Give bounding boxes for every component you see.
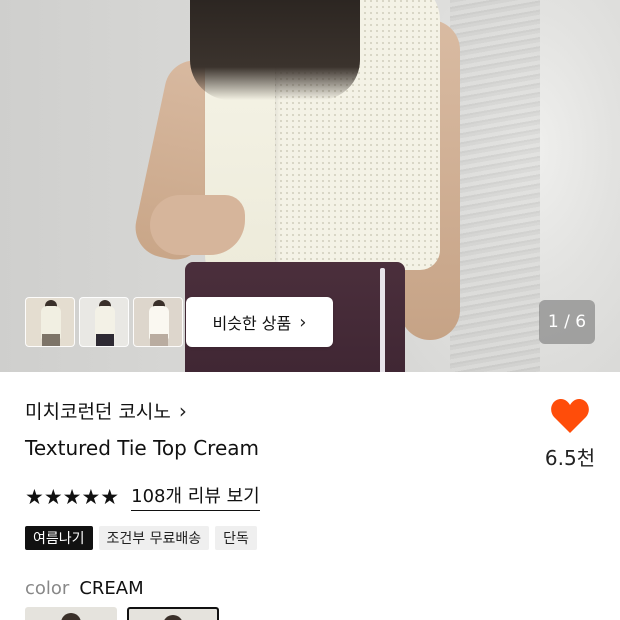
tag-free-shipping: 조건부 무료배송 [98, 526, 210, 550]
color-swatch[interactable] [25, 607, 117, 620]
product-title: Textured Tie Top Cream [25, 436, 259, 460]
brand-link[interactable]: 미치코런던 코시노 › [25, 397, 187, 424]
thumbnail-strip [25, 297, 183, 347]
thumbnail-figure-legs [96, 334, 114, 346]
star-icon: ★★★★★ [25, 484, 120, 509]
color-option-row: color CREAM [25, 578, 144, 599]
hero-model-hair [190, 0, 360, 100]
color-label: color [25, 578, 70, 599]
product-hero-image[interactable]: 비슷한 상품 › 1 / 6 [0, 0, 620, 372]
color-value: CREAM [79, 578, 144, 599]
hero-wall-texture [450, 0, 540, 372]
review-link[interactable]: 108개 리뷰 보기 [131, 482, 260, 511]
tag-list: 여름나기 조건부 무료배송 단독 [25, 526, 257, 550]
color-swatch-selected[interactable] [127, 607, 219, 620]
hero-model-hand [150, 195, 245, 255]
thumbnail-2[interactable] [79, 297, 129, 347]
swatch-figure [61, 613, 81, 620]
chevron-right-icon: › [178, 398, 187, 423]
tag-exclusive: 단독 [215, 526, 257, 550]
thumbnail-figure-legs [42, 334, 60, 346]
similar-products-label: 비슷한 상품 [212, 314, 292, 333]
like-count: 6.5천 [544, 446, 596, 470]
rating-row: ★★★★★ 108개 리뷰 보기 [25, 482, 260, 511]
image-counter: 1 / 6 [539, 300, 595, 344]
thumbnail-figure-legs [150, 334, 168, 346]
brand-name: 미치코런던 코시노 [25, 401, 171, 423]
color-swatch-list [25, 607, 219, 620]
like-button[interactable]: 6.5천 [540, 398, 600, 471]
thumbnail-3[interactable] [133, 297, 183, 347]
tag-summer: 여름나기 [25, 526, 93, 550]
chevron-right-icon: › [299, 311, 307, 333]
swatch-figure [163, 615, 183, 620]
thumbnail-1[interactable] [25, 297, 75, 347]
heart-icon [551, 399, 589, 433]
hero-pants-stripe [380, 268, 385, 372]
similar-products-button[interactable]: 비슷한 상품 › [186, 297, 333, 347]
